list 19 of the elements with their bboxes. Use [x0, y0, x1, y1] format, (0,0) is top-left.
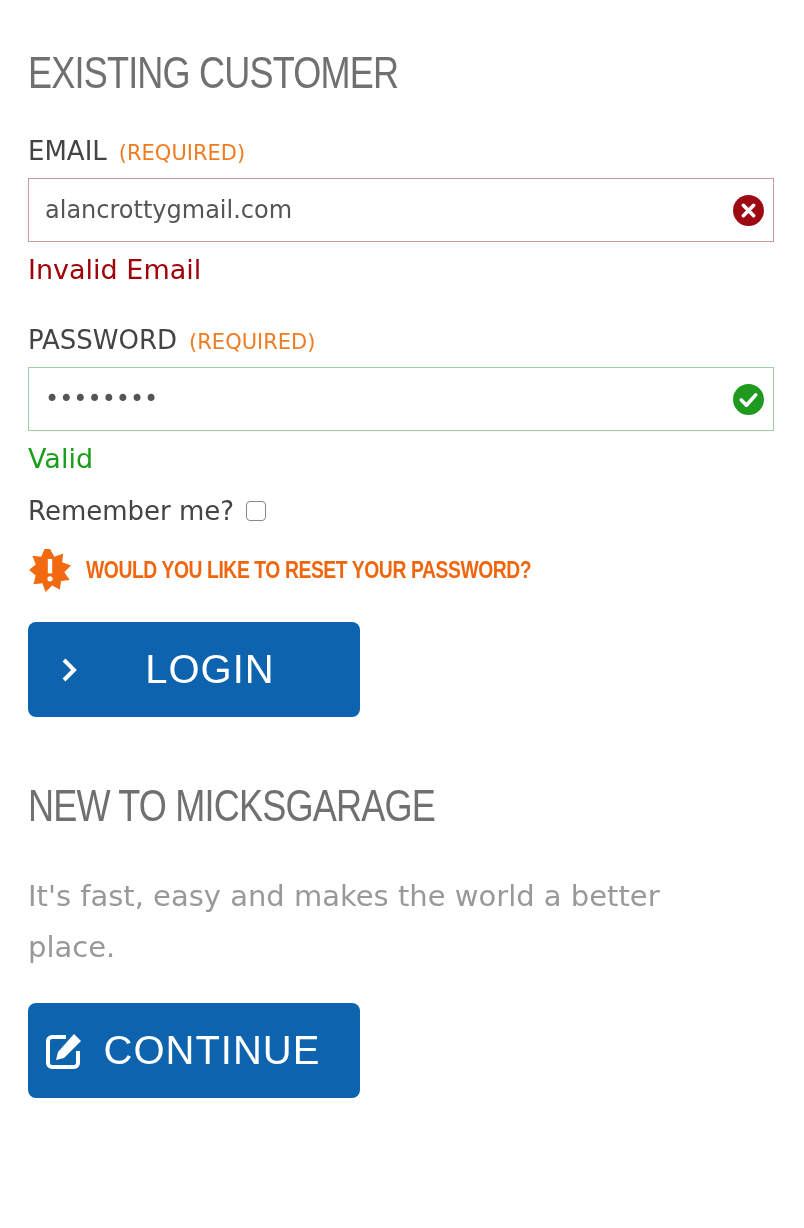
alert-icon [28, 548, 72, 592]
continue-button[interactable]: CONTINUE [28, 1003, 360, 1098]
input-field[interactable]: •••••••• [28, 367, 774, 431]
field-label: EMAIL [28, 136, 107, 166]
validation-message: Valid [28, 443, 95, 474]
intro-text: It's fast, easy and makes the world a better place. [28, 878, 661, 966]
field-label: PASSWORD [28, 325, 178, 355]
required-note: (REQUIRED) [189, 330, 316, 354]
required-note: (REQUIRED) [118, 141, 246, 165]
section-heading: EXISTING CUSTOMER [28, 48, 400, 98]
section-heading: NEW TO MICKSGARAGE [28, 781, 436, 831]
login-button[interactable]: LOGIN [28, 622, 360, 717]
input-field[interactable]: alancrottygmail.com [28, 178, 774, 242]
checkbox-label: Remember me? [28, 496, 235, 526]
reset-password-link[interactable]: WOULD YOU LIKE TO RESET YOUR PASSWORD? [86, 556, 532, 584]
check-icon [732, 382, 765, 416]
error-icon [732, 193, 765, 227]
remember-checkbox[interactable] [246, 501, 267, 521]
validation-message: Invalid Email [28, 254, 203, 285]
